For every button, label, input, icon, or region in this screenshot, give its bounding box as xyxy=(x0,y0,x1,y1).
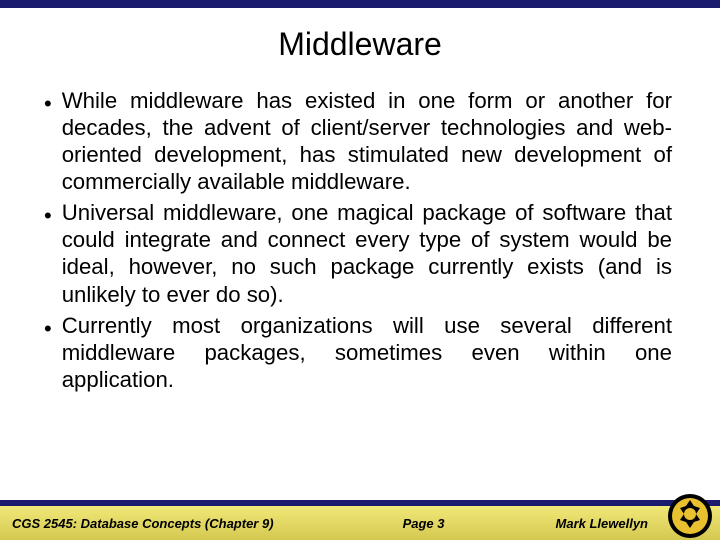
footer-page: Page 3 xyxy=(274,516,556,531)
list-item: • Universal middleware, one magical pack… xyxy=(44,199,672,307)
bullet-text: Currently most organizations will use se… xyxy=(62,312,672,393)
list-item: • Currently most organizations will use … xyxy=(44,312,672,393)
slide-title: Middleware xyxy=(0,26,720,63)
bullet-text: While middleware has existed in one form… xyxy=(62,87,672,195)
top-accent-bar xyxy=(0,0,720,8)
bullet-icon: • xyxy=(44,90,52,198)
list-item: • While middleware has existed in one fo… xyxy=(44,87,672,195)
university-logo-icon xyxy=(666,492,714,540)
footer-course: CGS 2545: Database Concepts (Chapter 9) xyxy=(12,516,274,531)
slide-content: • While middleware has existed in one fo… xyxy=(0,87,720,393)
bullet-icon: • xyxy=(44,315,52,396)
footer-bar: CGS 2545: Database Concepts (Chapter 9) … xyxy=(0,500,720,540)
bullet-icon: • xyxy=(44,202,52,310)
bullet-text: Universal middleware, one magical packag… xyxy=(62,199,672,307)
